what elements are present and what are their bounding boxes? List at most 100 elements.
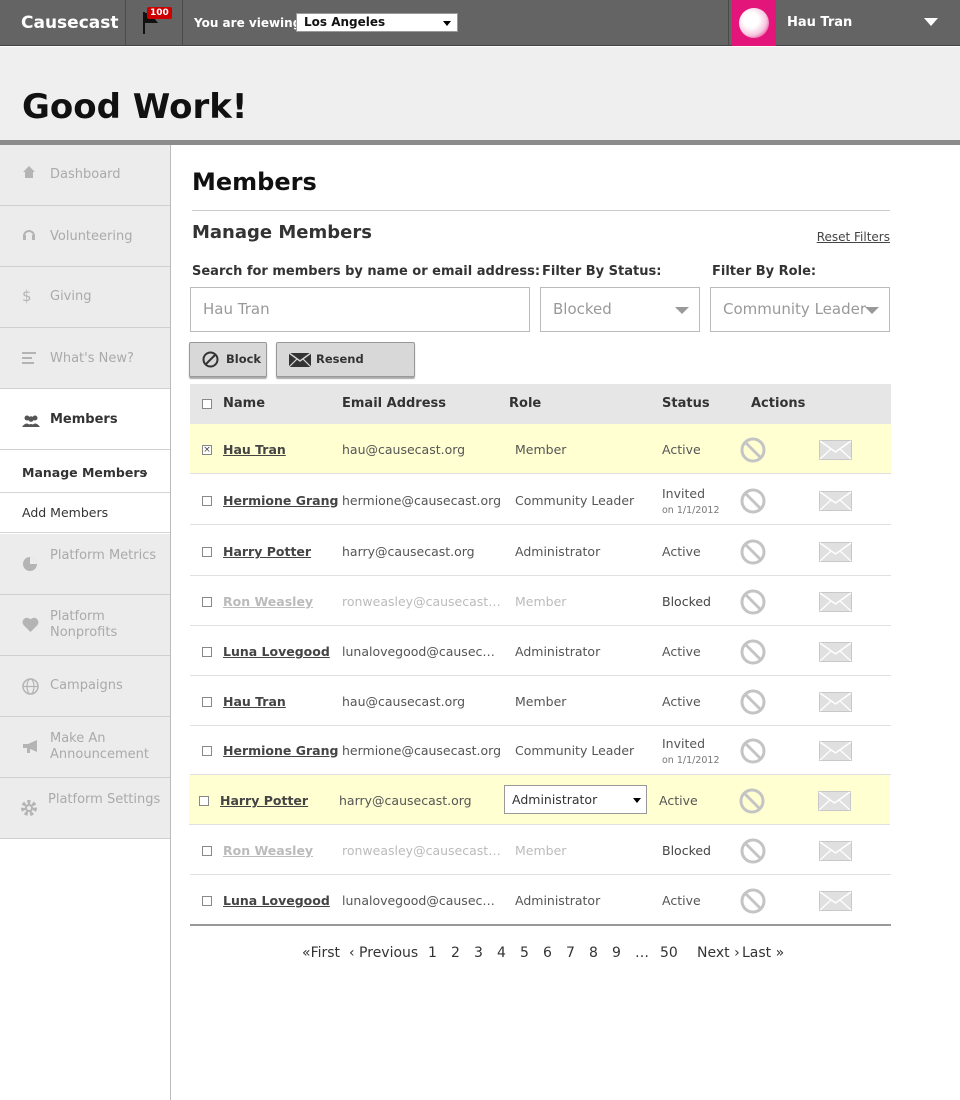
member-name-link[interactable]: Harry Potter — [223, 544, 338, 559]
sidebar-item-platform-nonprofits[interactable]: Platform Nonprofits — [0, 595, 170, 656]
role-filter-select[interactable]: Community Leader — [710, 287, 890, 332]
member-name-link[interactable]: Hau Tran — [223, 442, 338, 457]
member-role: Member — [515, 694, 567, 709]
role-select-value: Administrator — [512, 792, 598, 807]
pagination-next[interactable]: Next › — [697, 945, 740, 961]
row-checkbox[interactable] — [202, 846, 212, 856]
member-name-link[interactable]: Harry Potter — [220, 793, 335, 808]
sidebar-item-platform-metrics[interactable]: Platform Metrics — [0, 534, 170, 595]
column-header-name[interactable]: Name — [223, 396, 265, 411]
location-select[interactable]: Los Angeles — [296, 13, 458, 32]
row-checkbox[interactable] — [202, 547, 212, 557]
sidebar-item-campaigns[interactable]: Campaigns — [0, 656, 170, 717]
block-icon — [202, 351, 219, 368]
row-checkbox[interactable]: × — [202, 445, 212, 455]
pagination-page[interactable]: 8 — [589, 945, 598, 961]
envelope-icon[interactable] — [819, 542, 852, 565]
pagination-page[interactable]: 6 — [543, 945, 552, 961]
sidebar-item-platform-settings[interactable]: Platform Settings — [0, 778, 170, 839]
caret-down-icon[interactable] — [924, 18, 938, 26]
envelope-icon[interactable] — [819, 592, 852, 615]
pagination-page[interactable]: 9 — [612, 945, 621, 961]
sidebar-subitem-manage-members[interactable]: Manage Members › — [0, 453, 170, 493]
envelope-icon[interactable] — [819, 440, 852, 463]
block-icon[interactable] — [740, 488, 766, 517]
row-checkbox[interactable] — [202, 896, 212, 906]
table-row: Harry Potter harry@causecast.org Administr… — [190, 526, 891, 576]
row-checkbox[interactable] — [202, 597, 212, 607]
member-name-link[interactable]: Luna Lovegood — [223, 893, 338, 908]
column-header-status[interactable]: Status — [662, 396, 710, 411]
block-icon[interactable] — [740, 838, 766, 867]
pagination-previous[interactable]: ‹ Previous — [349, 945, 418, 961]
role-select[interactable]: Administrator — [504, 785, 647, 814]
user-name: Hau Tran — [787, 15, 853, 30]
block-icon[interactable] — [740, 639, 766, 668]
envelope-icon[interactable] — [818, 791, 851, 814]
member-name-link[interactable]: Hermione Granger — [223, 493, 338, 508]
block-button[interactable]: Block — [189, 342, 267, 377]
member-name-link[interactable]: Hau Tran — [223, 694, 338, 709]
chevron-down-icon — [675, 307, 689, 314]
member-name-link[interactable]: Luna Lovegood — [223, 644, 338, 659]
envelope-icon[interactable] — [819, 491, 852, 514]
search-input[interactable]: Hau Tran — [190, 287, 530, 332]
envelope-icon[interactable] — [819, 841, 852, 864]
sidebar-item-members[interactable]: Members — [0, 389, 170, 450]
sidebar-item-volunteering[interactable]: Volunteering — [0, 206, 170, 267]
member-email: harry@causecast.org — [339, 793, 472, 808]
select-all-checkbox[interactable] — [202, 399, 212, 409]
reset-filters-link[interactable]: Reset Filters — [817, 230, 890, 244]
member-name-link[interactable]: Hermione Granger — [223, 743, 338, 758]
column-header-email[interactable]: Email Address — [342, 396, 446, 411]
resend-invitation-button[interactable]: Resend Invitation — [276, 342, 415, 399]
envelope-icon[interactable] — [819, 741, 852, 764]
invite-date: on 1/1/2012 — [662, 505, 720, 516]
sidebar-item-whats-new[interactable]: What's New? — [0, 328, 170, 389]
pagination-last-page[interactable]: 50 — [660, 945, 678, 961]
sidebar-subitem-add-members[interactable]: Add Members — [0, 493, 170, 533]
brand-logo[interactable]: Causecast — [0, 0, 126, 46]
table-row: × Hau Tran hau@causecast.org Member Active — [190, 424, 891, 474]
pagination-page[interactable]: 7 — [566, 945, 575, 961]
pagination-page[interactable]: 1 — [428, 945, 437, 961]
block-icon[interactable] — [740, 888, 766, 917]
block-icon[interactable] — [740, 589, 766, 618]
row-checkbox[interactable] — [202, 746, 212, 756]
pagination-page[interactable]: 4 — [497, 945, 506, 961]
pagination-last[interactable]: Last » — [742, 945, 784, 961]
block-icon[interactable] — [740, 539, 766, 568]
row-checkbox[interactable] — [199, 796, 209, 806]
pagination-page[interactable]: 5 — [520, 945, 529, 961]
sidebar-item-make-announcement[interactable]: Make An Announcement — [0, 717, 170, 778]
sidebar-item-dashboard[interactable]: Dashboard — [0, 145, 170, 206]
row-checkbox[interactable] — [202, 647, 212, 657]
row-checkbox[interactable] — [202, 697, 212, 707]
block-icon[interactable] — [740, 738, 766, 767]
member-email: lunalovegood@causecast.o... — [342, 644, 502, 659]
status-filter-select[interactable]: Blocked — [540, 287, 700, 332]
notifications[interactable]: 100 — [127, 0, 183, 46]
pagination-page[interactable]: 3 — [474, 945, 483, 961]
block-icon[interactable] — [740, 689, 766, 718]
member-role: Community Leader — [515, 493, 635, 508]
envelope-icon[interactable] — [819, 642, 852, 665]
title-divider — [192, 210, 890, 211]
row-checkbox[interactable] — [202, 496, 212, 506]
table-header: Name Email Address Role Status Actions — [190, 384, 891, 424]
block-icon[interactable] — [739, 788, 765, 817]
pagination-page[interactable]: 2 — [451, 945, 460, 961]
user-menu[interactable]: Hau Tran — [728, 0, 960, 46]
member-name-link[interactable]: Ron Weasley — [223, 594, 338, 609]
member-name-link[interactable]: Ron Weasley — [223, 843, 338, 858]
sidebar-item-giving[interactable]: $ Giving — [0, 267, 170, 328]
sidebar-item-label: Volunteering — [50, 229, 133, 244]
envelope-icon[interactable] — [819, 692, 852, 715]
column-header-role[interactable]: Role — [509, 396, 541, 411]
member-status: Active — [662, 442, 701, 457]
block-icon[interactable] — [740, 437, 766, 466]
envelope-icon[interactable] — [819, 891, 852, 914]
member-status: Blocked — [662, 843, 711, 858]
pagination-first[interactable]: «First — [302, 945, 340, 961]
member-role: Community Leader — [515, 743, 635, 758]
